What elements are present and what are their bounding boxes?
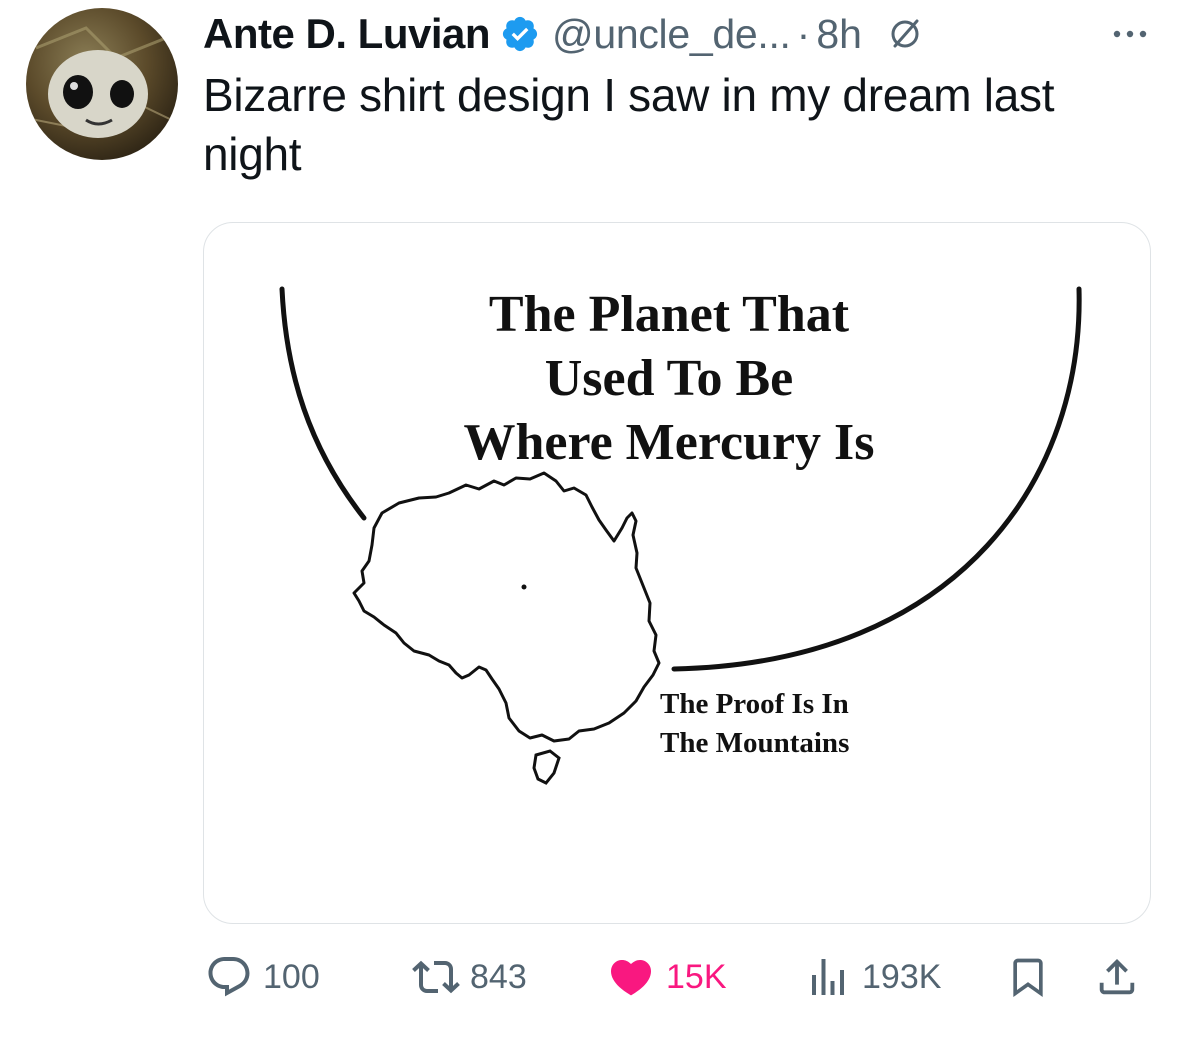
action-bar: 100 843 15K 193K (0, 945, 1179, 1015)
no-entry-icon[interactable] (888, 17, 922, 51)
like-button[interactable]: 15K (606, 945, 727, 1009)
more-dots-icon[interactable] (1112, 22, 1148, 46)
bookmark-icon (1006, 953, 1050, 1001)
tweet-text: Bizarre shirt design I saw in my dream l… (203, 69, 1055, 180)
shirt-tagline-line: The Proof Is In (660, 688, 849, 720)
share-button[interactable] (1094, 945, 1140, 1009)
separator-dot: · (796, 10, 811, 57)
shirt-title-line: Where Mercury Is (463, 414, 875, 471)
bar-chart-icon (804, 953, 852, 1001)
repost-button[interactable]: 843 (412, 945, 527, 1009)
shirt-tagline: The Proof Is In The Mountains (660, 685, 849, 763)
heart-icon (606, 953, 656, 1001)
author-handle[interactable]: @uncle_de... (552, 11, 791, 58)
repost-count: 843 (470, 957, 527, 996)
shirt-title-line: The Planet That (488, 286, 850, 343)
shirt-title-line: Used To Be (544, 350, 794, 407)
reply-button[interactable]: 100 (205, 945, 320, 1009)
verified-badge-icon[interactable] (500, 14, 540, 54)
shirt-title: The Planet That Used To Be Where Mercury… (204, 283, 1134, 475)
tweet-media[interactable]: The Planet That Used To Be Where Mercury… (203, 222, 1151, 924)
avatar[interactable] (26, 8, 178, 160)
bookmark-button[interactable] (1006, 945, 1050, 1009)
timestamp[interactable]: 8h (816, 11, 862, 58)
reply-bubble-icon (205, 953, 253, 1001)
like-count: 15K (666, 957, 727, 996)
reply-count: 100 (263, 957, 320, 996)
author-name[interactable]: Ante D. Luvian (203, 10, 491, 58)
shirt-tagline-line: The Mountains (660, 727, 850, 759)
tweet-header: Ante D. Luvian @uncle_de... · 8h (203, 6, 922, 62)
view-count: 193K (862, 957, 942, 996)
repost-arrows-icon (412, 953, 460, 1001)
share-icon (1094, 953, 1140, 1001)
views-button[interactable]: 193K (804, 945, 941, 1009)
